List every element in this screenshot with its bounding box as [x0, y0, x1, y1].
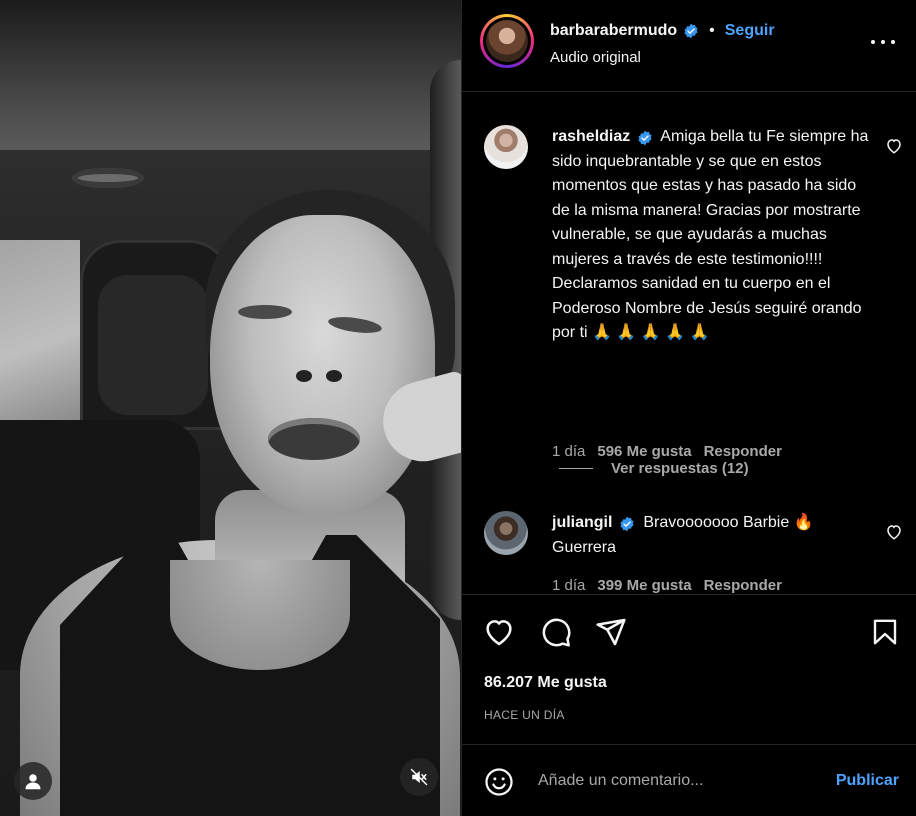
video-person-face [210, 215, 435, 515]
emoji-icon[interactable] [484, 767, 514, 797]
author-avatar-image [486, 20, 528, 62]
video-background-roof [0, 0, 461, 150]
verified-badge-icon [638, 130, 652, 146]
comment-username[interactable]: rasheldiaz [552, 128, 630, 145]
comment-time[interactable]: 1 día [552, 577, 585, 593]
video-person-eye-left [238, 305, 292, 319]
reply-button[interactable]: Responder [704, 443, 782, 460]
follow-button[interactable]: Seguir [725, 22, 775, 40]
author-avatar[interactable] [480, 14, 534, 68]
view-replies-line [559, 468, 593, 469]
post-header: barbarabermudo • Seguir Audio original [462, 0, 916, 92]
comment-likes[interactable]: 399 Me gusta [597, 577, 691, 593]
comment-username[interactable]: juliangil [552, 514, 612, 531]
comment-time[interactable]: 1 día [552, 443, 585, 460]
comment-avatar[interactable] [484, 125, 528, 169]
save-button[interactable] [868, 615, 902, 649]
comment-likes[interactable]: 596 Me gusta [597, 443, 691, 460]
comment-meta: 1 día 399 Me gusta Responder [552, 577, 782, 593]
more-options-icon [871, 40, 875, 44]
comment-button[interactable] [539, 615, 573, 649]
video-car-window [0, 240, 80, 450]
post-likes-count[interactable]: 86.207 Me gusta [484, 674, 607, 692]
heart-icon [486, 620, 512, 646]
video-headrest-inner [98, 275, 208, 415]
verified-badge-icon [620, 516, 634, 532]
publish-comment-button[interactable]: Publicar [836, 772, 899, 790]
comment-body: juliangil Bravooooooo Barbie 🔥 Guerrera [552, 511, 872, 560]
like-button[interactable] [482, 615, 516, 649]
reply-button[interactable]: Responder [704, 577, 782, 593]
video-roof-light [72, 168, 144, 188]
user-tag-button[interactable] [14, 762, 52, 800]
separator-dot: • [709, 22, 715, 39]
mute-icon [410, 768, 428, 786]
post-actions: 86.207 Me gusta HACE UN DÍA [462, 594, 916, 744]
post-timestamp[interactable]: HACE UN DÍA [484, 708, 565, 722]
comment-meta: 1 día 596 Me gusta Responder [552, 443, 782, 460]
audio-label[interactable]: Audio original [550, 49, 641, 66]
video-person-nose [290, 370, 350, 390]
comment-text: Amiga bella tu Fe siempre ha sido inqueb… [552, 128, 869, 341]
view-replies-button[interactable]: Ver respuestas (12) [559, 460, 749, 477]
video-person-chest [170, 560, 350, 670]
more-options-button[interactable] [871, 30, 895, 54]
comment-like-heart-icon[interactable] [885, 137, 903, 155]
instagram-post-view: barbarabermudo • Seguir Audio original r… [0, 0, 916, 816]
mute-button[interactable] [400, 758, 438, 796]
verified-badge-icon [684, 23, 698, 39]
comment-body: rasheldiaz Amiga bella tu Fe siempre ha … [552, 125, 872, 346]
bookmark-icon [873, 619, 897, 645]
comment-like-heart-icon[interactable] [885, 523, 903, 541]
post-side-panel: barbarabermudo • Seguir Audio original r… [461, 0, 916, 816]
view-replies-label: Ver respuestas (12) [611, 460, 749, 477]
user-tag-icon [25, 774, 41, 790]
add-comment-bar: Publicar [462, 744, 916, 816]
author-username[interactable]: barbarabermudo [550, 22, 677, 40]
comments-list[interactable]: rasheldiaz Amiga bella tu Fe siempre ha … [462, 93, 916, 593]
post-video[interactable] [0, 0, 461, 816]
comment-avatar[interactable] [484, 511, 528, 555]
comment-input[interactable] [538, 765, 818, 797]
share-icon [596, 618, 626, 646]
author-row: barbarabermudo • Seguir [550, 22, 775, 40]
video-person-mouth [268, 418, 360, 460]
comment-icon [542, 618, 571, 647]
share-button[interactable] [594, 615, 628, 649]
